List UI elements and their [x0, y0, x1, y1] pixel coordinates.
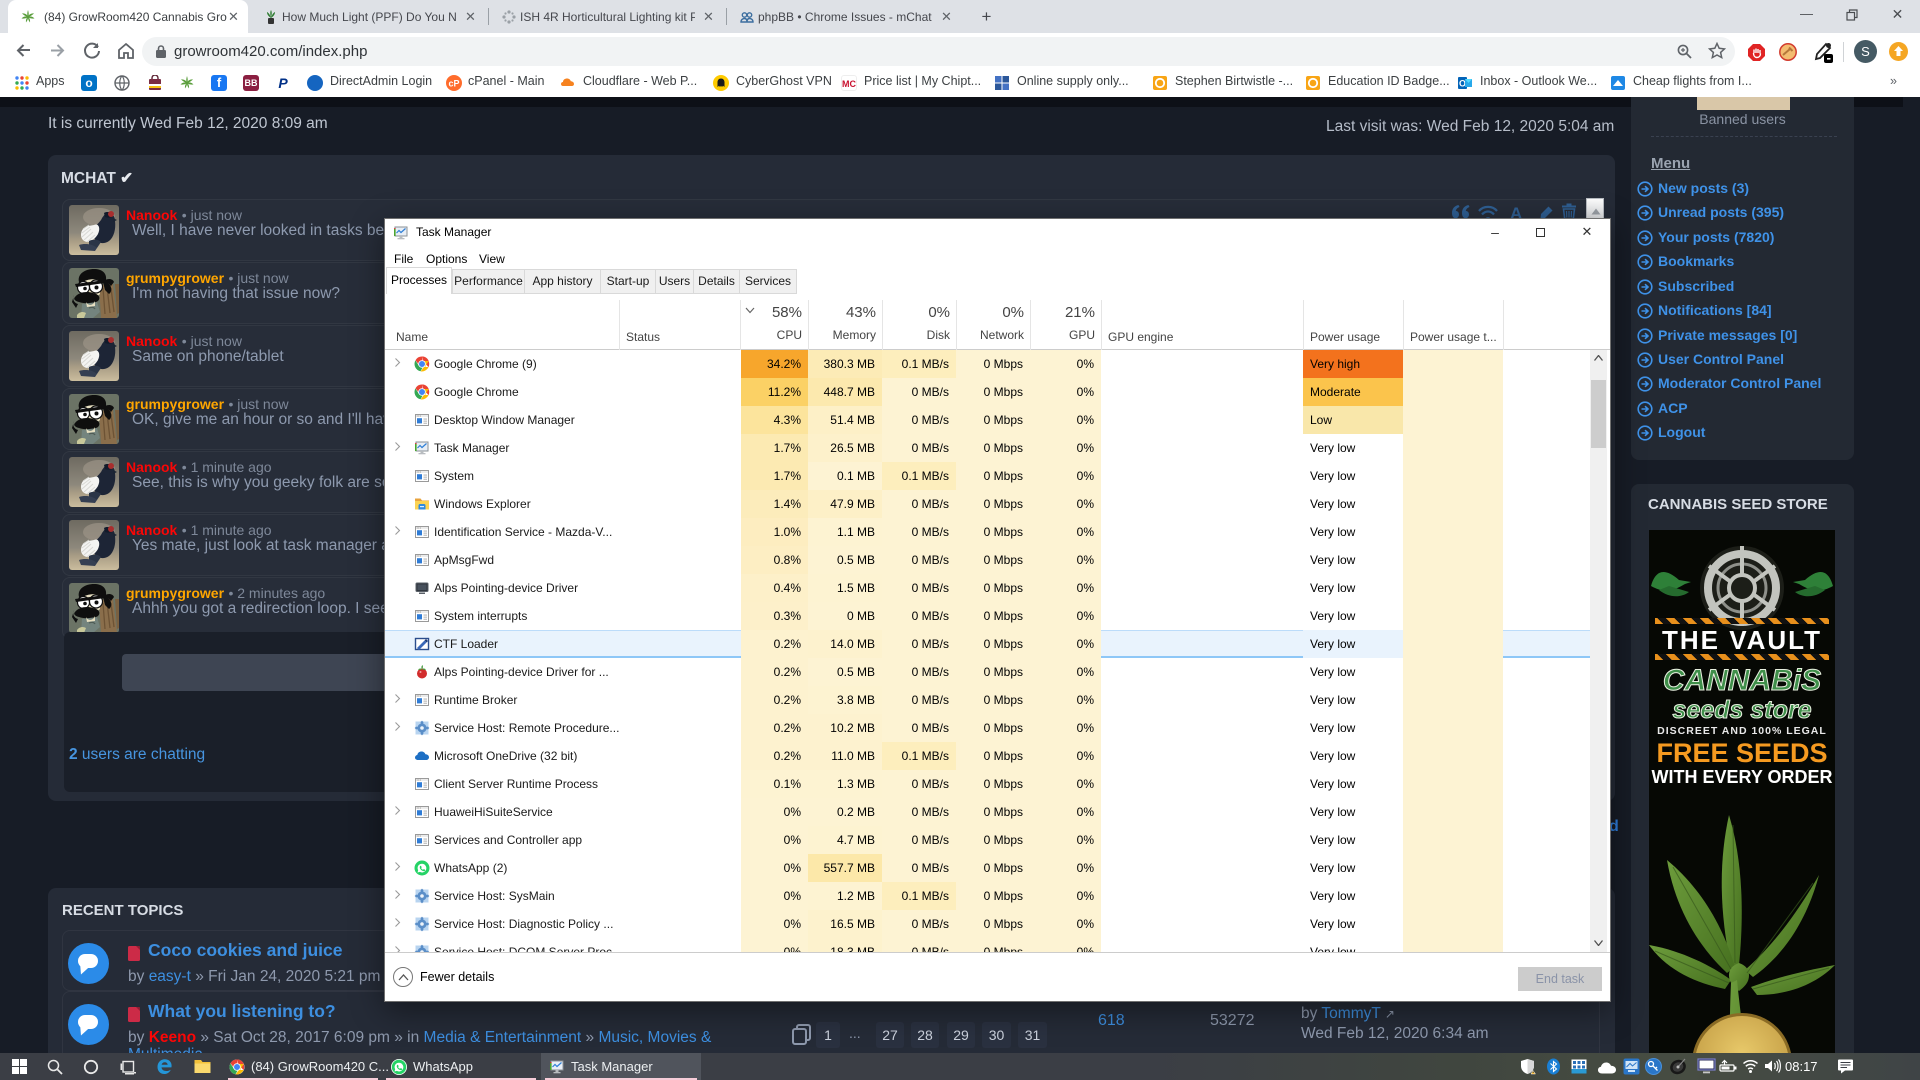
- svg-text:cP: cP: [448, 79, 459, 89]
- svg-text:O: O: [1459, 79, 1466, 89]
